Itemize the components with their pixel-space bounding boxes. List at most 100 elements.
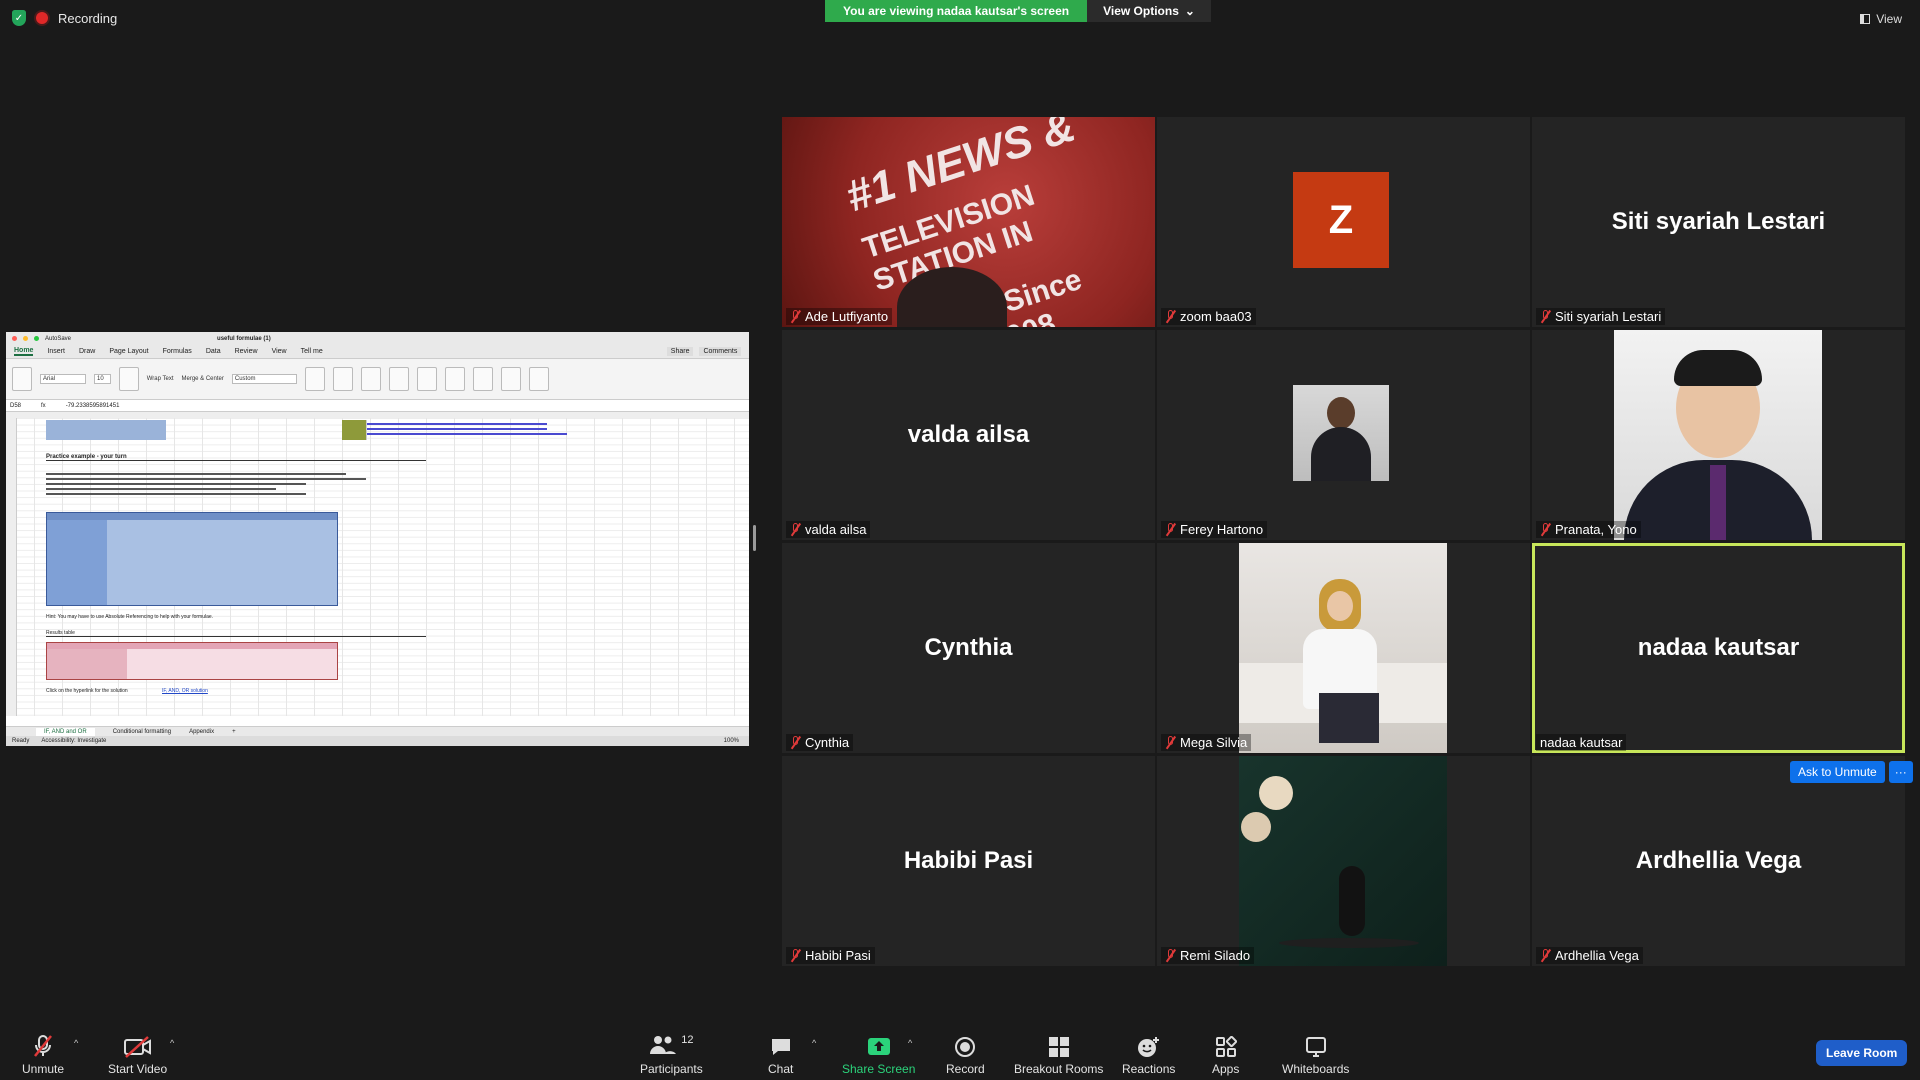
excel-tab-page-layout[interactable]: Page Layout xyxy=(109,348,148,355)
breakout-rooms-button[interactable]: Breakout Rooms xyxy=(1014,1034,1103,1076)
video-tile-nadaa-kautsar[interactable]: nadaa kautsar nadaa kautsar xyxy=(1532,543,1905,753)
cell-styles-icon[interactable] xyxy=(360,367,381,391)
shared-screen[interactable]: AutoSave useful formulae (1) Home Insert… xyxy=(6,332,749,746)
security-shield-icon[interactable]: ✓ xyxy=(12,10,26,26)
excel-comments-button[interactable]: Comments xyxy=(699,347,742,356)
participants-button[interactable]: 12 Participants xyxy=(640,1034,703,1076)
solution-hyperlink[interactable]: IF, AND, OR solution xyxy=(162,688,208,694)
sheet-tab-conditional-formatting[interactable]: Conditional formatting xyxy=(113,729,171,735)
participant-display-name: Cynthia xyxy=(924,634,1013,661)
insert-cells-icon[interactable] xyxy=(388,367,409,391)
recording-dot-icon xyxy=(36,12,48,24)
share-options-caret-icon[interactable]: ^ xyxy=(908,1038,912,1048)
start-video-button[interactable]: Start Video xyxy=(108,1034,167,1076)
video-tile-ferey-hartono[interactable]: Ferey Hartono xyxy=(1157,330,1530,540)
whiteboards-button[interactable]: Whiteboards xyxy=(1282,1034,1349,1076)
unmute-button[interactable]: Unmute xyxy=(22,1034,64,1076)
video-tile-ardhellia-vega[interactable]: Ardhellia Vega Ardhellia Vega xyxy=(1532,756,1905,966)
excel-share-button[interactable]: Share xyxy=(666,347,694,356)
accessibility-status[interactable]: Accessibility: Investigate xyxy=(41,738,106,744)
analyze-data-icon[interactable] xyxy=(528,367,549,391)
mic-muted-icon xyxy=(1165,523,1176,536)
video-options-caret-icon[interactable]: ^ xyxy=(170,1038,174,1048)
apps-button[interactable]: Apps xyxy=(1212,1034,1239,1076)
video-tile-cynthia[interactable]: Cynthia Cynthia xyxy=(782,543,1155,753)
name-plate: Mega Silvia xyxy=(1161,734,1252,751)
video-off-icon xyxy=(123,1034,152,1058)
close-window-icon[interactable] xyxy=(12,336,17,341)
excel-tab-data[interactable]: Data xyxy=(206,348,221,355)
delete-cells-icon[interactable] xyxy=(416,367,437,391)
video-tile-habibi-pasi[interactable]: Habibi Pasi Habibi Pasi xyxy=(782,756,1155,966)
font-name-select[interactable]: Arial xyxy=(40,374,87,384)
video-tile-pranata-yono[interactable]: Pranata, Yono xyxy=(1532,330,1905,540)
participant-display-name: Siti syariah Lestari xyxy=(1611,208,1826,235)
more-options-button[interactable]: ··· xyxy=(1888,761,1913,783)
excel-tab-review[interactable]: Review xyxy=(235,348,258,355)
font-size-select[interactable]: 10 xyxy=(94,374,111,384)
recording-indicator[interactable]: ✓ Recording xyxy=(12,10,117,26)
chat-label: Chat xyxy=(768,1062,794,1076)
view-label: View xyxy=(1876,12,1902,26)
name-plate: nadaa kautsar xyxy=(1536,734,1627,751)
excel-tab-formulas[interactable]: Formulas xyxy=(163,348,192,355)
chevron-down-icon: ⌄ xyxy=(1184,4,1195,18)
participant-name: nadaa kautsar xyxy=(1540,735,1623,750)
format-as-table-icon[interactable] xyxy=(332,367,353,391)
sheet-tab-appendix[interactable]: Appendix xyxy=(189,729,214,735)
view-options-label: View Options xyxy=(1103,4,1179,18)
format-cells-icon[interactable] xyxy=(444,367,465,391)
spreadsheet-grid[interactable]: Practice example - your turn Hint: You m… xyxy=(6,418,749,716)
cell-reference-box[interactable]: D58 xyxy=(10,403,21,409)
view-button[interactable]: View xyxy=(1860,12,1902,26)
minimize-window-icon[interactable] xyxy=(23,336,28,341)
participant-name: Remi Silado xyxy=(1180,948,1251,963)
excel-status-bar: Ready Accessibility: Investigate 100% xyxy=(6,736,749,746)
breakout-rooms-icon xyxy=(1048,1034,1070,1058)
excel-tab-home[interactable]: Home xyxy=(14,347,34,356)
excel-tab-insert[interactable]: Insert xyxy=(47,348,65,355)
excel-tab-tell-me[interactable]: Tell me xyxy=(301,348,323,355)
add-sheet-icon[interactable]: + xyxy=(232,729,236,735)
formula-value[interactable]: -79.2338595891451 xyxy=(66,403,120,409)
share-screen-button[interactable]: Share Screen xyxy=(842,1034,915,1076)
excel-tab-draw[interactable]: Draw xyxy=(79,348,95,355)
video-tile-zoom-baa03[interactable]: Z zoom baa03 xyxy=(1157,117,1530,327)
zoom-level[interactable]: 100% xyxy=(724,738,739,744)
autosave-label[interactable]: AutoSave xyxy=(45,336,71,342)
viewing-screen-text: You are viewing nadaa kautsar's screen xyxy=(825,0,1088,22)
wrap-text-button[interactable]: Wrap Text xyxy=(147,376,174,382)
video-tile-valda-ailsa[interactable]: valda ailsa valda ailsa xyxy=(782,330,1155,540)
video-tile-siti-syariah-lestari[interactable]: Siti syariah Lestari Siti syariah Lestar… xyxy=(1532,117,1905,327)
record-label: Record xyxy=(946,1062,985,1076)
sort-filter-icon[interactable] xyxy=(472,367,493,391)
split-view-handle[interactable] xyxy=(753,525,756,551)
sheet-tab-if-and-or[interactable]: IF, AND and OR xyxy=(36,727,95,736)
meeting-toolbar: Unmute ^ Start Video ^ 12 Participants C… xyxy=(0,1018,1920,1080)
video-tile-ade-lutfiyanto[interactable]: #1 NEWS & TELEVISION STATION IN e Since … xyxy=(782,117,1155,327)
ask-to-unmute-button[interactable]: Ask to Unmute xyxy=(1790,761,1885,783)
record-button[interactable]: Record xyxy=(946,1034,985,1076)
audio-options-caret-icon[interactable]: ^ xyxy=(74,1038,78,1048)
participant-name: Ferey Hartono xyxy=(1180,522,1264,537)
leave-room-button[interactable]: Leave Room xyxy=(1816,1040,1908,1066)
participant-name: Siti syariah Lestari xyxy=(1555,309,1662,324)
paste-icon[interactable] xyxy=(12,367,32,391)
alignment-icon[interactable] xyxy=(118,367,139,391)
whiteboard-icon xyxy=(1305,1034,1327,1058)
number-format-select[interactable]: Custom xyxy=(231,374,297,384)
smiley-plus-icon xyxy=(1137,1034,1161,1058)
conditional-formatting-icon[interactable] xyxy=(304,367,325,391)
maximize-window-icon[interactable] xyxy=(34,336,39,341)
excel-tab-view[interactable]: View xyxy=(272,348,287,355)
formula-bar[interactable]: D58 fx -79.2338595891451 xyxy=(6,400,749,412)
chat-button[interactable]: Chat xyxy=(768,1034,793,1076)
find-select-icon[interactable] xyxy=(500,367,521,391)
merge-center-button[interactable]: Merge & Center xyxy=(182,376,224,382)
mic-muted-icon xyxy=(1540,310,1551,323)
view-options-button[interactable]: View Options ⌄ xyxy=(1087,0,1211,22)
chat-options-caret-icon[interactable]: ^ xyxy=(812,1038,816,1048)
video-tile-remi-silado[interactable]: Remi Silado xyxy=(1157,756,1530,966)
reactions-button[interactable]: Reactions xyxy=(1122,1034,1175,1076)
video-tile-mega-silvia[interactable]: Mega Silvia xyxy=(1157,543,1530,753)
